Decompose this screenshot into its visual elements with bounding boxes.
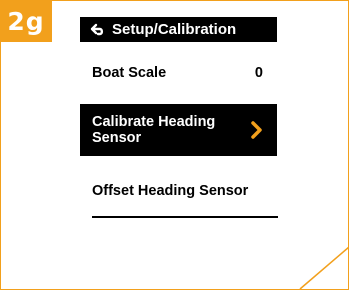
boat-scale-value: 0 bbox=[254, 65, 263, 81]
calibrate-label: Calibrate Heading Sensor bbox=[92, 114, 216, 146]
offset-label: Offset Heading Sensor bbox=[92, 183, 249, 199]
menu-item-calibrate-heading-sensor[interactable]: Calibrate Heading Sensor bbox=[80, 104, 277, 156]
return-arrow-icon[interactable] bbox=[86, 23, 108, 37]
menu-item-boat-scale[interactable]: Boat Scale 0 bbox=[80, 62, 277, 84]
menu-item-offset-heading-sensor[interactable]: Offset Heading Sensor bbox=[80, 180, 277, 202]
menu-header: Setup/Calibration bbox=[80, 17, 277, 42]
chevron-right-icon bbox=[249, 120, 265, 140]
boat-scale-label: Boat Scale bbox=[92, 65, 167, 81]
menu-title: Setup/Calibration bbox=[112, 21, 237, 38]
corner-line bbox=[299, 246, 349, 290]
step-badge: 2g bbox=[0, 0, 52, 42]
menu-divider bbox=[92, 216, 278, 218]
